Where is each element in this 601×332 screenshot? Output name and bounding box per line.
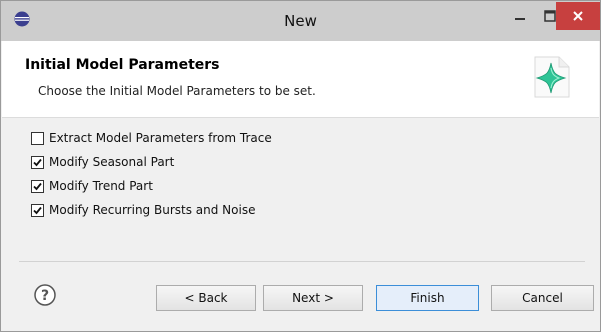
maximize-icon: [544, 10, 556, 22]
finish-button[interactable]: Finish: [376, 285, 479, 311]
option-label: Modify Trend Part: [49, 179, 153, 193]
option-label: Extract Model Parameters from Trace: [49, 131, 272, 145]
help-icon: ?: [34, 284, 56, 306]
wizard-header: Initial Model Parameters Choose the Init…: [2, 41, 599, 118]
checkbox-checked[interactable]: [31, 155, 44, 169]
checkbox-checked[interactable]: [31, 203, 44, 217]
page-title: Initial Model Parameters: [25, 57, 220, 73]
option-label: Modify Recurring Bursts and Noise: [49, 203, 256, 217]
back-button[interactable]: < Back: [156, 285, 256, 311]
option-extract-parameters[interactable]: Extract Model Parameters from Trace: [31, 129, 272, 147]
cancel-button[interactable]: Cancel: [491, 285, 594, 311]
checkmark-icon: [33, 158, 42, 166]
close-button[interactable]: [556, 2, 600, 30]
option-modify-bursts-noise[interactable]: Modify Recurring Bursts and Noise: [31, 201, 255, 219]
wizard-dialog: New Initial Model Parameters Choose the …: [0, 0, 601, 332]
checkmark-icon: [33, 182, 42, 190]
checkbox-checked[interactable]: [31, 179, 44, 193]
option-modify-trend[interactable]: Modify Trend Part: [31, 177, 153, 195]
next-button[interactable]: Next >: [263, 285, 363, 311]
checkbox-unchecked[interactable]: [31, 131, 44, 145]
page-description: Choose the Initial Model Parameters to b…: [38, 84, 316, 98]
minimize-button[interactable]: [506, 2, 534, 30]
option-modify-seasonal[interactable]: Modify Seasonal Part: [31, 153, 174, 171]
svg-text:?: ?: [41, 288, 49, 304]
option-label: Modify Seasonal Part: [49, 155, 175, 169]
title-bar[interactable]: New: [1, 1, 600, 41]
close-icon: [573, 11, 583, 21]
divider: [19, 261, 585, 262]
minimize-icon: [515, 18, 525, 20]
help-button[interactable]: ?: [34, 284, 56, 306]
wizard-banner-icon: [527, 53, 575, 101]
checkmark-icon: [33, 206, 42, 214]
